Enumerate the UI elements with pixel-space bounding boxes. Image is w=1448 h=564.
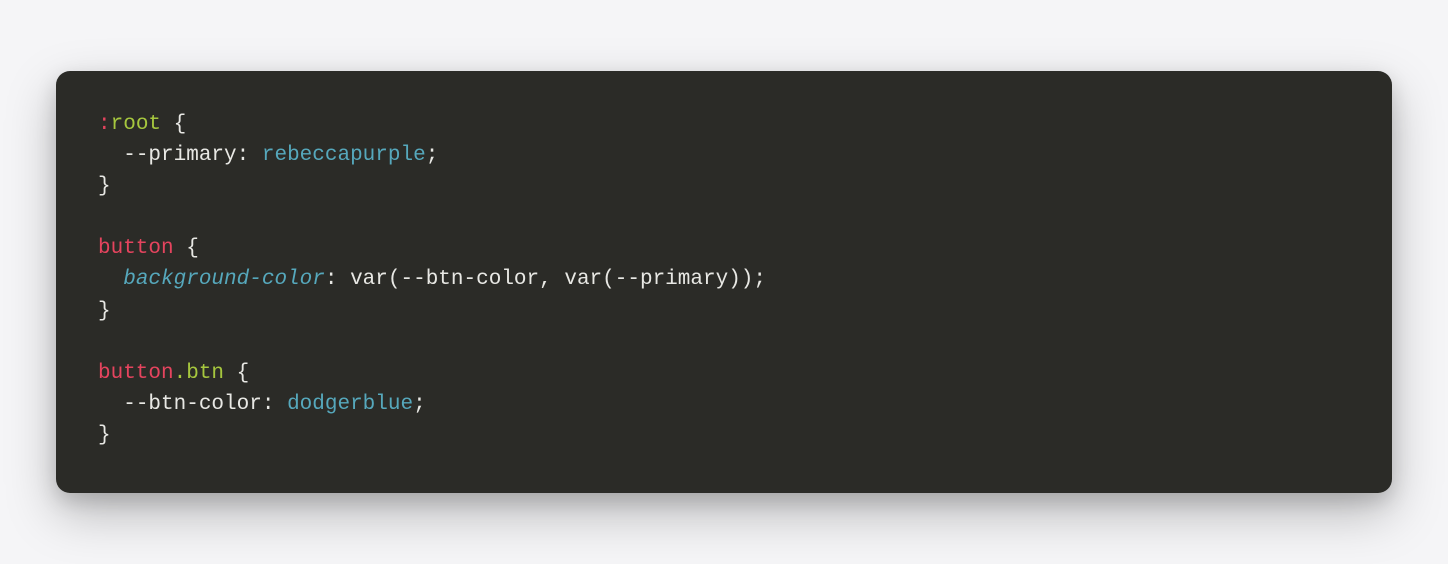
brace-close: } (98, 175, 111, 198)
brace-open: { (174, 113, 187, 136)
brace-close: } (98, 300, 111, 323)
selector-tag: button (98, 237, 174, 260)
css-var-name: --primary (615, 268, 728, 291)
css-fn: var (564, 268, 602, 291)
brace-close: } (98, 424, 111, 447)
css-var-name: --btn-color (401, 268, 540, 291)
selector-tag: button (98, 362, 174, 385)
css-fn: var (350, 268, 388, 291)
css-property: --primary (123, 144, 236, 167)
css-value: rebeccapurple (262, 144, 426, 167)
selector-name: root (111, 113, 161, 136)
code-block: :root { --primary: rebeccapurple; } butt… (56, 71, 1392, 493)
brace-open: { (186, 237, 199, 260)
css-value: dodgerblue (287, 393, 413, 416)
css-property: --btn-color (123, 393, 262, 416)
code-content: :root { --primary: rebeccapurple; } butt… (98, 109, 1350, 451)
css-property: background-color (123, 268, 325, 291)
selector-pseudo: : (98, 113, 111, 136)
selector-class: .btn (174, 362, 224, 385)
brace-open: { (237, 362, 250, 385)
